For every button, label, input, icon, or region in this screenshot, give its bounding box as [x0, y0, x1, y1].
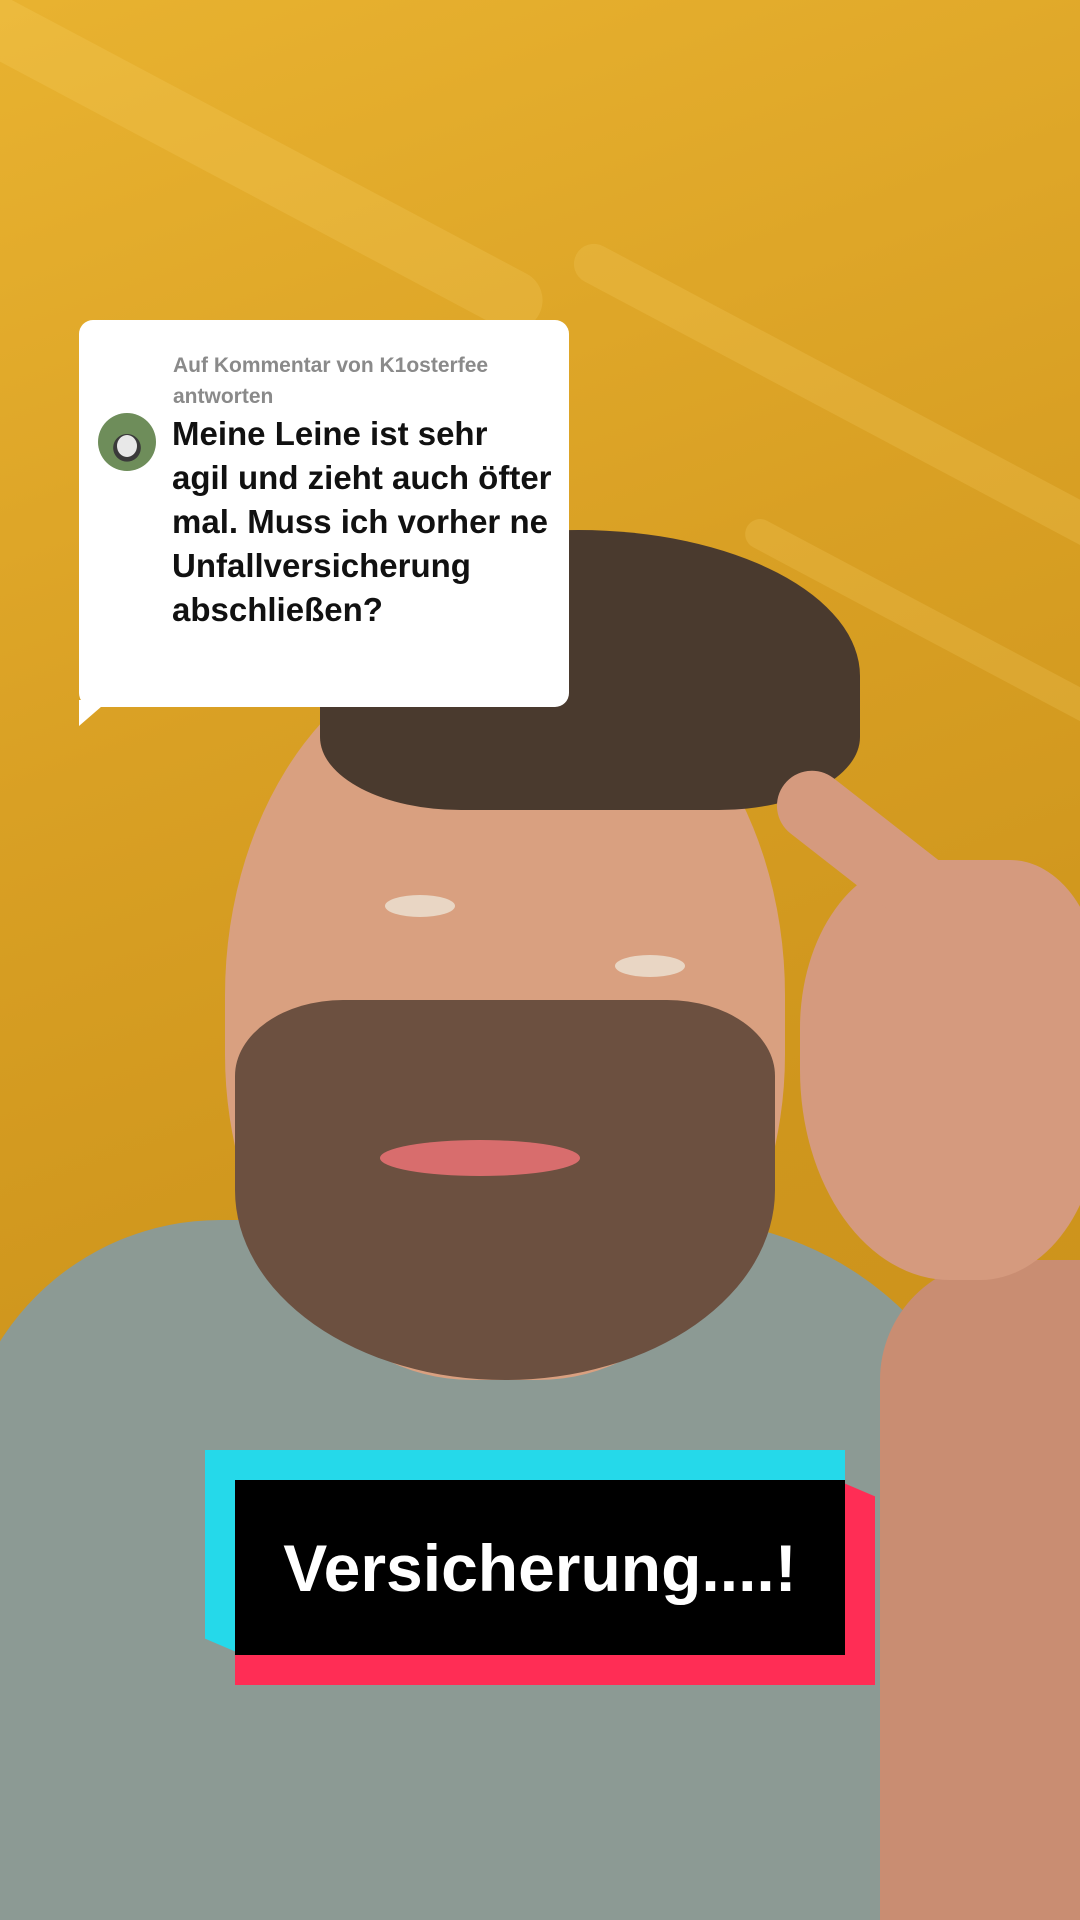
caption-sticker: Versicherung....! [205, 1450, 875, 1685]
beard [235, 1000, 775, 1380]
arm [880, 1260, 1080, 1920]
commenter-avatar[interactable] [98, 413, 156, 471]
video-frame[interactable]: Auf Kommentar von K1osterfee antworten M… [0, 0, 1080, 1920]
eye [615, 955, 685, 977]
eye [385, 895, 455, 917]
avatar-dog-icon [117, 435, 137, 457]
caption-black-layer: Versicherung....! [235, 1480, 845, 1655]
mouth [380, 1140, 580, 1176]
reply-header: Auf Kommentar von K1osterfee antworten [173, 354, 489, 408]
caption-text: Versicherung....! [283, 1530, 797, 1605]
reply-comment-text: Meine Leine ist sehr agil und zieht auch… [172, 415, 552, 628]
bubble-tail [79, 700, 109, 726]
reply-comment-bubble[interactable]: Auf Kommentar von K1osterfee antworten M… [79, 320, 569, 707]
